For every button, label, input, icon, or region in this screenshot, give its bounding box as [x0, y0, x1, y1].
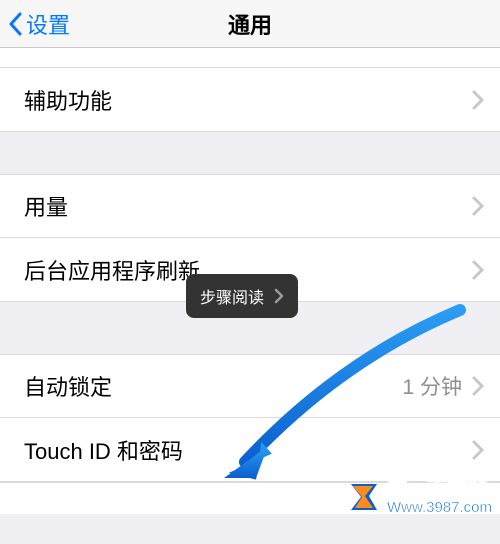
chevron-right-icon — [472, 260, 484, 280]
watermark-name: 统一下载站 — [387, 478, 492, 500]
cell-label: 辅助功能 — [24, 84, 472, 116]
chevron-right-icon — [472, 440, 484, 460]
back-button[interactable]: 设置 — [0, 8, 70, 40]
step-reading-tooltip[interactable]: 步骤阅读 — [186, 274, 298, 318]
section-separator — [0, 132, 500, 174]
nav-header: 设置 通用 — [0, 0, 500, 48]
partial-cell-top — [0, 48, 500, 68]
chevron-right-icon — [472, 376, 484, 396]
cell-touch-id-passcode[interactable]: Touch ID 和密码 — [0, 418, 500, 482]
cell-label: Touch ID 和密码 — [24, 434, 472, 466]
watermark: 统一下载站 Www.3987.com — [347, 478, 492, 517]
cell-label: 自动锁定 — [24, 370, 402, 402]
back-label: 设置 — [26, 8, 70, 40]
watermark-logo-icon — [347, 480, 381, 514]
cell-auto-lock[interactable]: 自动锁定 1 分钟 — [0, 354, 500, 418]
tooltip-text: 步骤阅读 — [200, 284, 264, 308]
cell-usage[interactable]: 用量 — [0, 174, 500, 238]
cell-label: 用量 — [24, 190, 472, 222]
cell-accessibility[interactable]: 辅助功能 — [0, 68, 500, 132]
page-title: 通用 — [228, 8, 272, 40]
chevron-right-icon — [472, 90, 484, 110]
chevron-right-icon — [274, 288, 284, 304]
cell-value: 1 分钟 — [402, 371, 462, 401]
chevron-right-icon — [472, 196, 484, 216]
watermark-url: Www.3987.com — [387, 500, 492, 517]
back-chevron-icon — [8, 12, 22, 36]
